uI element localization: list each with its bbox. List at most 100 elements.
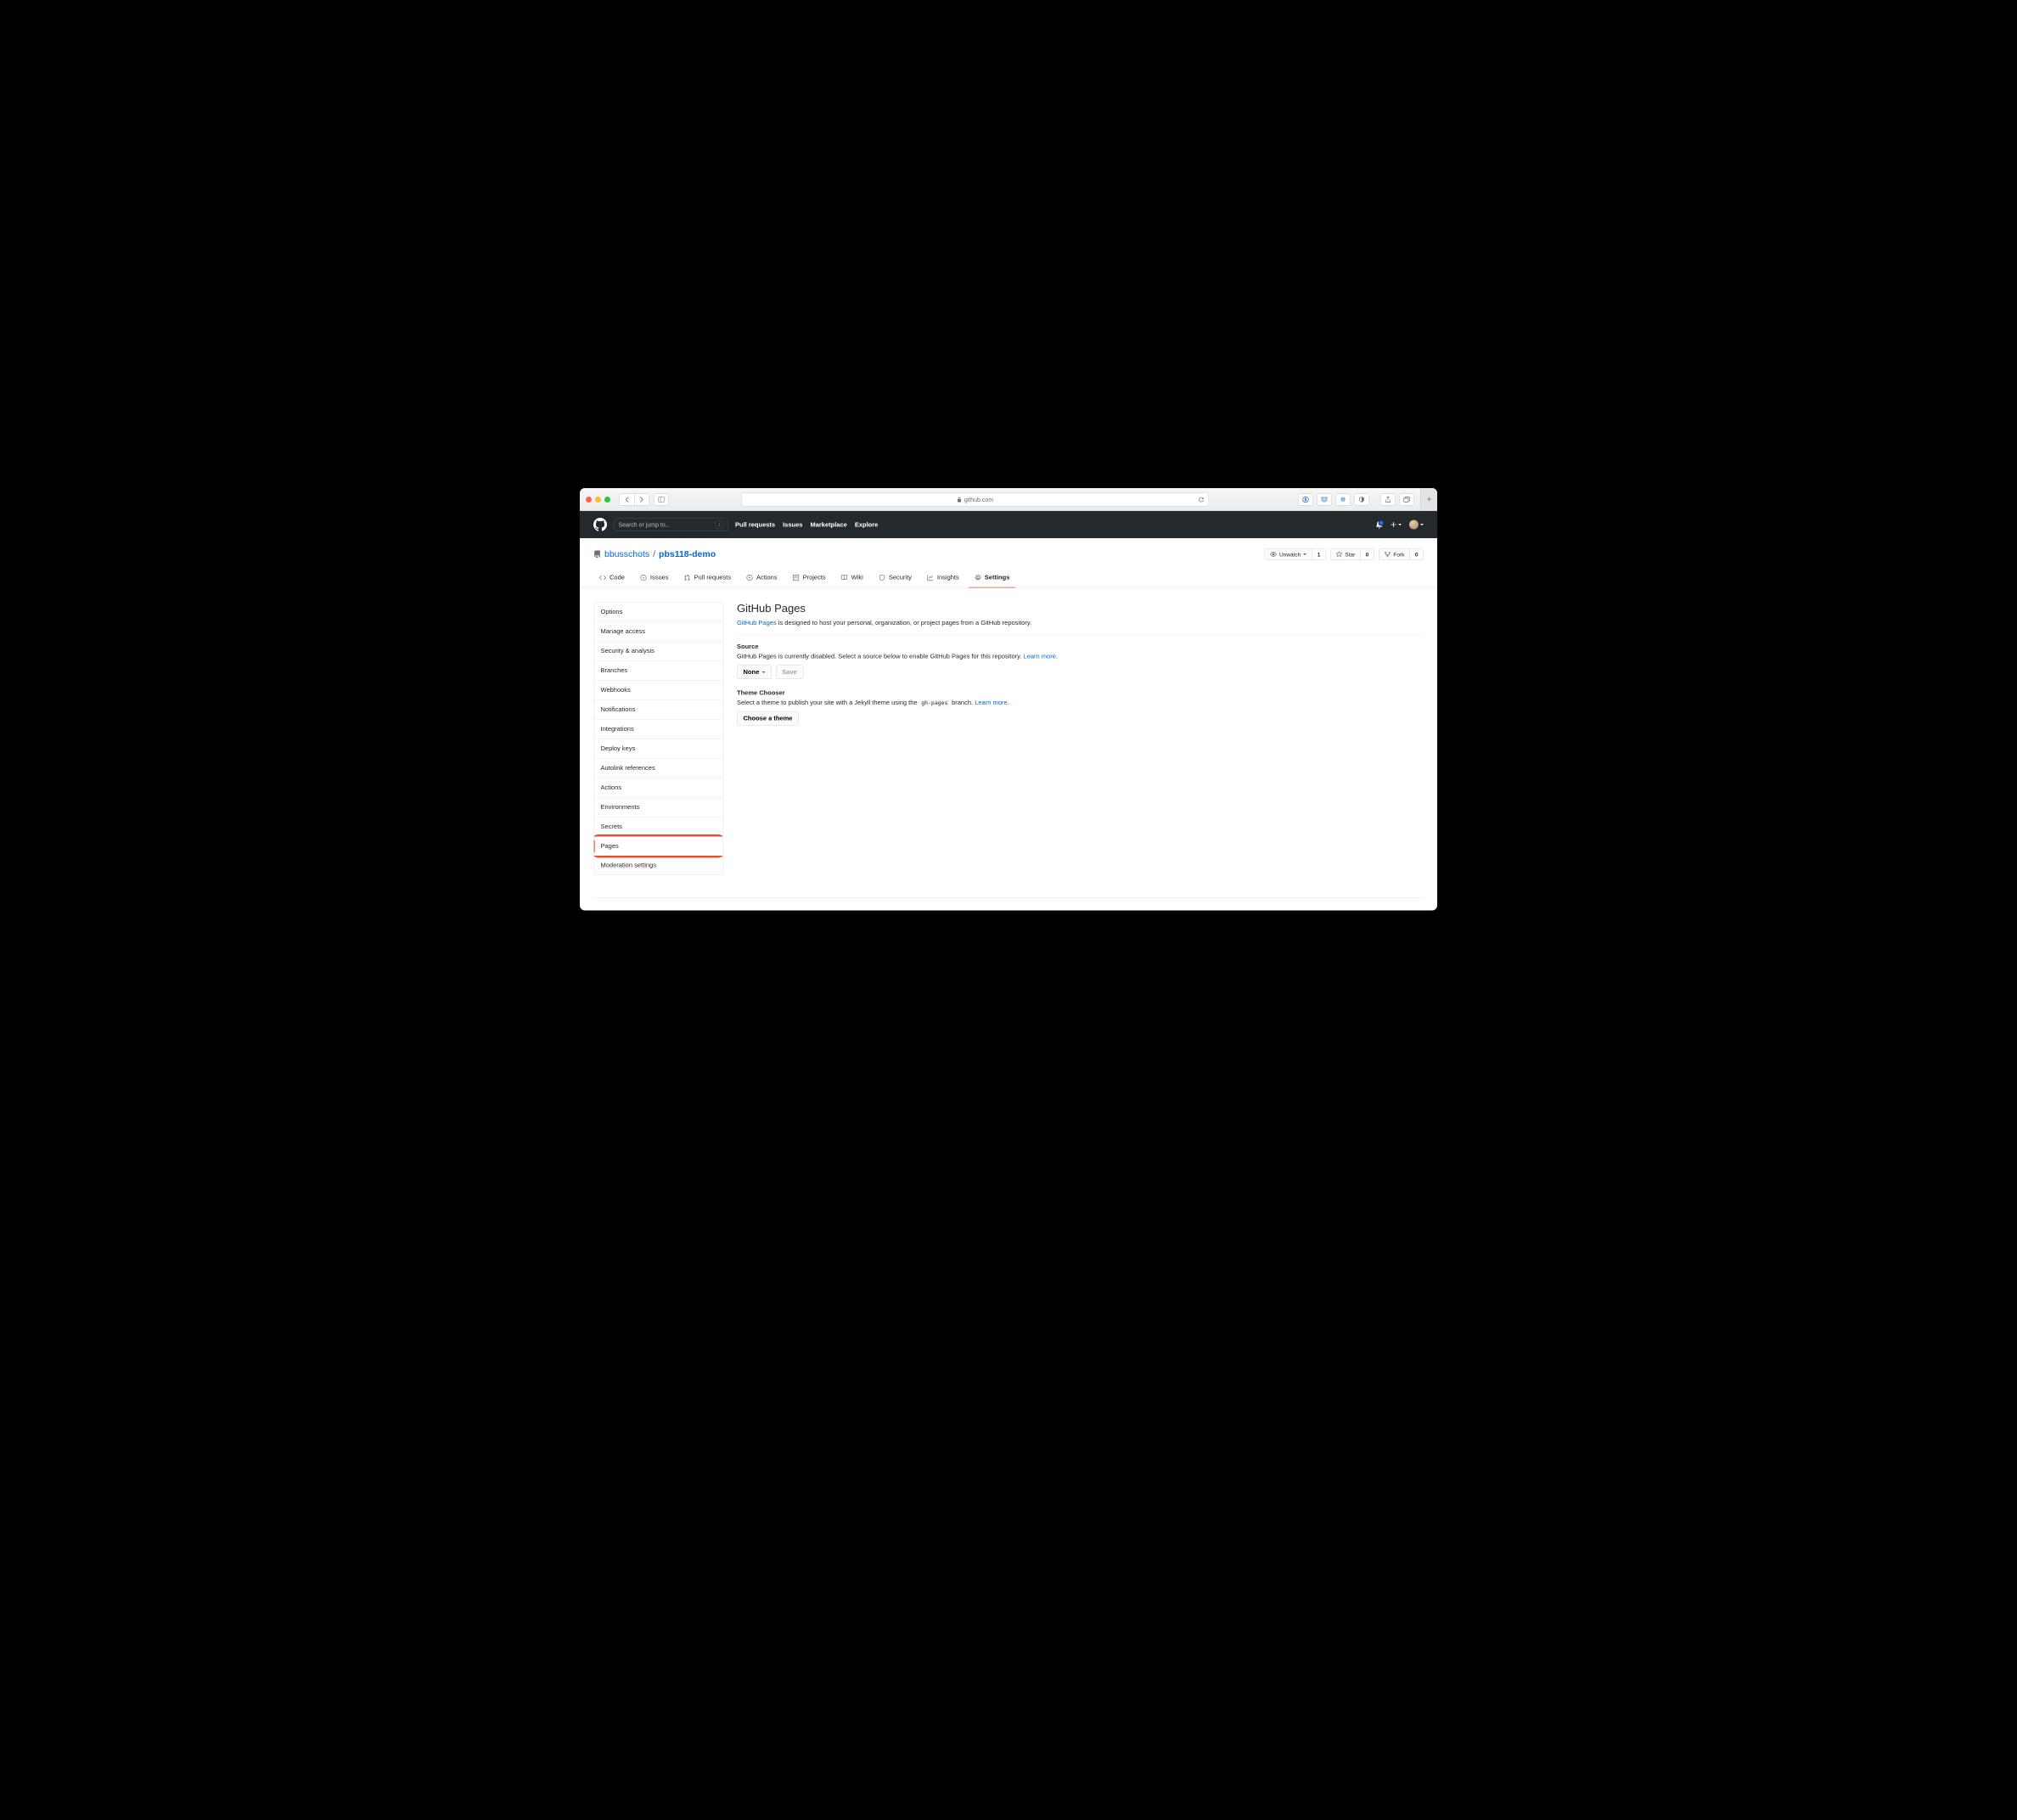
source-text: GitHub Pages is currently disabled. Sele… (737, 653, 1424, 660)
unwatch-button[interactable]: Unwatch 1 (1264, 548, 1325, 560)
repo-icon (593, 550, 601, 558)
book-icon (841, 574, 848, 581)
tabs-button[interactable] (1399, 493, 1414, 505)
browser-window: github.com Search or jump to... / Pull r… (580, 488, 1437, 911)
theme-section: Theme Chooser Select a theme to publish … (737, 689, 1424, 726)
plus-icon (1426, 496, 1432, 502)
gh-pages-code: gh-pages (919, 699, 950, 707)
repo-owner-link[interactable]: bbusschots (604, 549, 649, 559)
github-logo-icon[interactable] (593, 518, 607, 531)
tab-settings[interactable]: Settings (969, 570, 1016, 588)
sidebar-item-notifications[interactable]: Notifications (594, 699, 723, 719)
notifications-button[interactable] (1376, 520, 1384, 528)
toolbar-right (1298, 493, 1431, 505)
choose-theme-button[interactable]: Choose a theme (737, 711, 799, 726)
sidebar-item-deploy-keys[interactable]: Deploy keys (594, 739, 723, 758)
git-pull-request-icon (684, 574, 691, 581)
graph-icon (927, 574, 934, 581)
source-heading: Source (737, 643, 1424, 650)
pocket-button[interactable] (1317, 493, 1332, 505)
search-placeholder: Search or jump to... (619, 521, 671, 528)
tab-wiki[interactable]: Wiki (835, 570, 869, 588)
lock-icon (957, 496, 962, 502)
address-domain: github.com (964, 496, 993, 503)
tab-pull-requests[interactable]: Pull requests (678, 570, 737, 588)
nav-issues[interactable]: Issues (783, 520, 802, 528)
repo-name-link[interactable]: pbs118-demo (659, 549, 716, 559)
sidebar-item-integrations[interactable]: Integrations (594, 719, 723, 739)
share-button[interactable] (1380, 493, 1396, 505)
minimize-window-button[interactable] (595, 496, 601, 502)
theme-learn-more-link[interactable]: Learn more (975, 699, 1007, 706)
create-menu[interactable] (1391, 521, 1402, 527)
source-branch-select[interactable]: None (737, 665, 772, 679)
code-icon (599, 574, 606, 581)
sidebar-item-actions[interactable]: Actions (594, 778, 723, 797)
tab-projects[interactable]: Projects (787, 570, 832, 588)
source-section: Source GitHub Pages is currently disable… (737, 643, 1424, 679)
nav-marketplace[interactable]: Marketplace (810, 520, 846, 528)
fork-label: Fork (1393, 551, 1404, 558)
caret-down-icon (1398, 524, 1402, 525)
address-bar[interactable]: github.com (741, 492, 1209, 506)
github-pages-link[interactable]: GitHub Pages (737, 619, 777, 626)
sidebar-item-options[interactable]: Options (594, 602, 723, 621)
onepassword-button[interactable] (1298, 493, 1313, 505)
source-learn-more-link[interactable]: Learn more (1024, 653, 1056, 660)
annotation-highlight: Pages (593, 834, 723, 858)
sidebar-item-manage-access[interactable]: Manage access (594, 621, 723, 641)
nav-buttons (619, 493, 649, 505)
page-lead: GitHub Pages is designed to host your pe… (737, 619, 1424, 634)
sidebar-item-environments[interactable]: Environments (594, 797, 723, 817)
fork-count: 0 (1410, 548, 1424, 560)
sidebar-item-branches[interactable]: Branches (594, 660, 723, 680)
repo-head: bbusschots / pbs118-demo Unwatch 1 Star … (580, 538, 1437, 560)
watch-count: 1 (1312, 548, 1326, 560)
issue-icon (640, 574, 647, 581)
footer-rule (593, 897, 1424, 898)
tab-actions[interactable]: Actions (740, 570, 784, 588)
star-count: 0 (1361, 548, 1374, 560)
user-menu[interactable] (1409, 520, 1424, 529)
sidebar-item-pages[interactable]: Pages (594, 836, 723, 856)
eye-icon (1270, 551, 1277, 558)
caret-down-icon (761, 671, 765, 672)
save-button: Save (776, 665, 804, 679)
back-button[interactable] (619, 493, 634, 505)
search-input[interactable]: Search or jump to... / (614, 518, 728, 531)
tab-insights[interactable]: Insights (921, 570, 965, 588)
tabs-icon (1403, 496, 1410, 502)
share-icon (1385, 496, 1391, 503)
shield-half-icon (1358, 496, 1365, 503)
close-window-button[interactable] (586, 496, 592, 502)
nav-explore[interactable]: Explore (855, 520, 879, 528)
unwatch-label: Unwatch (1279, 551, 1301, 558)
zoom-window-button[interactable] (604, 496, 610, 502)
sidebar-item-secrets[interactable]: Secrets (594, 817, 723, 836)
tab-issues[interactable]: Issues (634, 570, 675, 588)
bell-icon (1376, 520, 1384, 528)
sidebar-item-autolink[interactable]: Autolink references (594, 758, 723, 778)
touchid-button[interactable] (1335, 493, 1351, 505)
tab-code[interactable]: Code (593, 570, 631, 588)
privacy-button[interactable] (1354, 493, 1369, 505)
repo-actions: Unwatch 1 Star 0 Fork 0 (1264, 548, 1424, 560)
fork-button[interactable]: Fork 0 (1379, 548, 1424, 560)
pocket-icon (1321, 496, 1328, 503)
sidebar-button[interactable] (654, 493, 669, 505)
primary-nav: Pull requests Issues Marketplace Explore (735, 520, 878, 528)
star-icon (1335, 551, 1342, 558)
sidebar-item-moderation[interactable]: Moderation settings (594, 856, 723, 875)
sidebar-icon (658, 497, 665, 502)
github-header: Search or jump to... / Pull requests Iss… (580, 511, 1437, 538)
star-button[interactable]: Star 0 (1330, 548, 1374, 560)
sidebar-item-security-analysis[interactable]: Security & analysis (594, 641, 723, 660)
sidebar-item-webhooks[interactable]: Webhooks (594, 680, 723, 699)
reload-icon[interactable] (1199, 496, 1205, 502)
new-tab-button[interactable] (1420, 488, 1437, 510)
forward-button[interactable] (634, 493, 649, 505)
settings-body: Options Manage access Security & analysi… (580, 588, 1437, 889)
tab-security[interactable]: Security (873, 570, 918, 588)
nav-pull-requests[interactable]: Pull requests (735, 520, 775, 528)
shield-icon (879, 574, 885, 581)
